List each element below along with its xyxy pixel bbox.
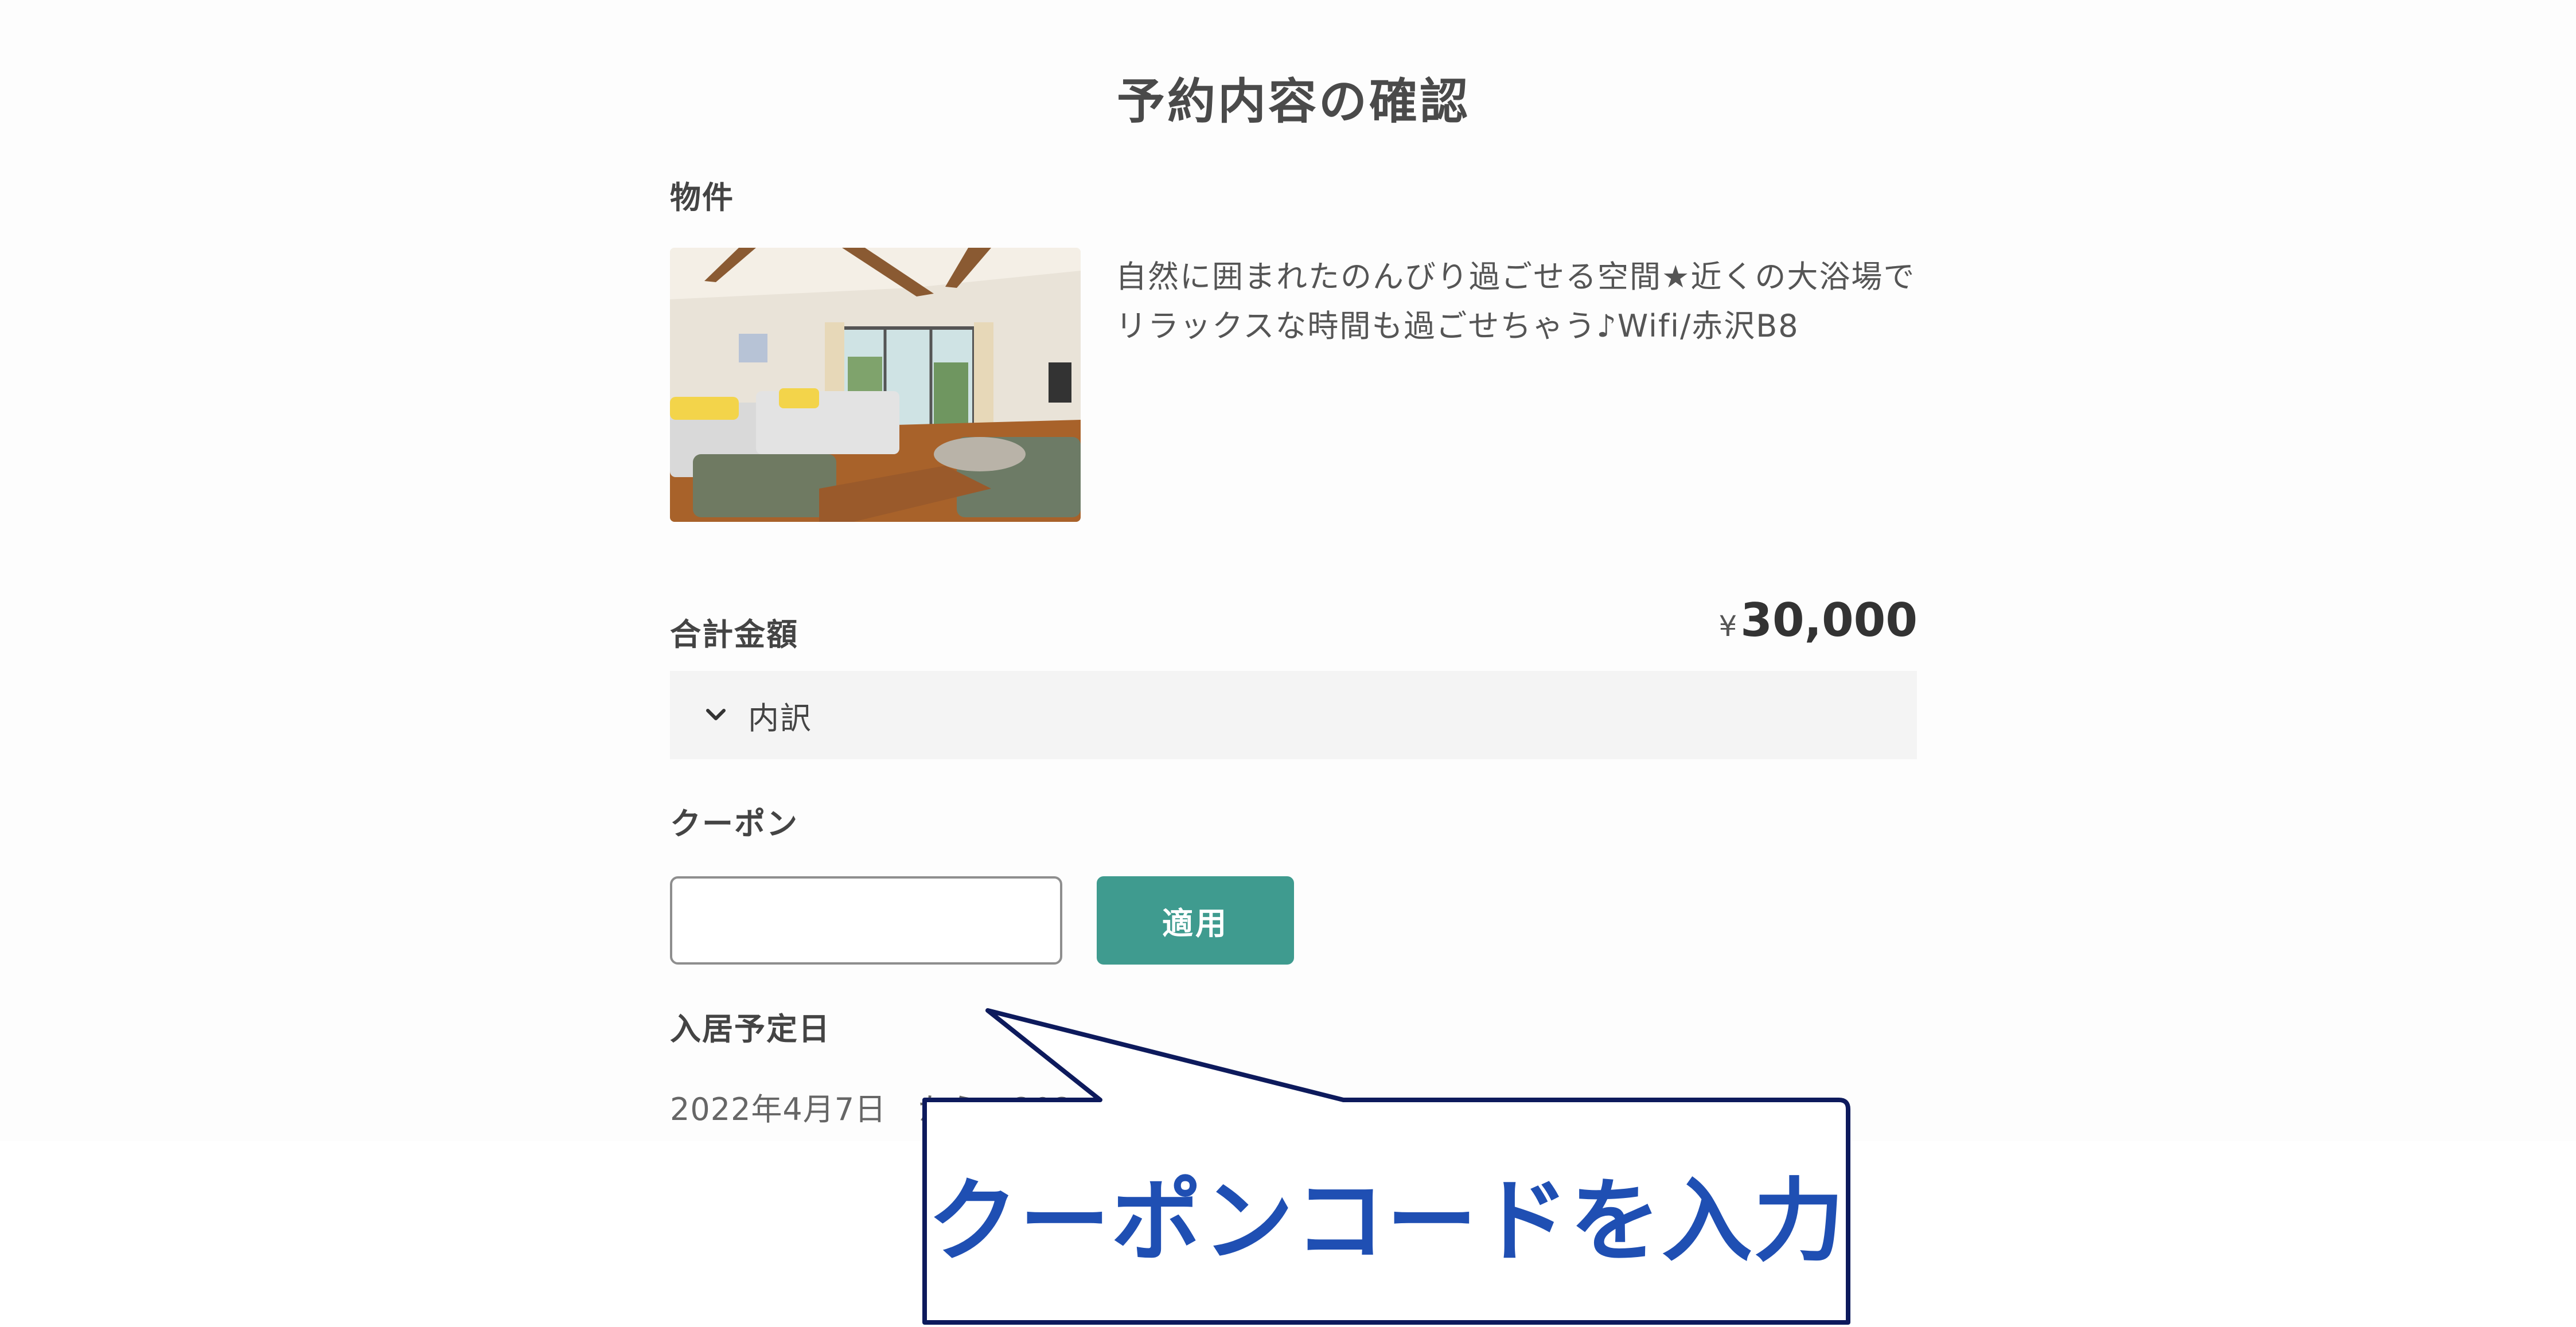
page-title: 予約内容の確認	[1116, 73, 1470, 130]
property-section-label: 物件	[670, 179, 734, 216]
checkin-label: 入居予定日	[670, 1011, 831, 1047]
page-background	[0, 0, 2576, 1141]
chevron-down-icon	[706, 709, 726, 720]
currency-symbol: ¥	[1718, 610, 1737, 643]
breakdown-toggle[interactable]: 内訳	[670, 671, 1917, 759]
apply-coupon-button[interactable]: 適用	[1097, 876, 1294, 965]
total-label: 合計金額	[670, 616, 798, 653]
coupon-label: クーポン	[670, 806, 798, 842]
property-description: 自然に囲まれたのんびり過ごせる空間★近くの大浴場でリラックスな時間も過ごせちゃう…	[1116, 259, 1916, 344]
property-image[interactable]	[670, 248, 1081, 522]
coupon-code-input[interactable]	[670, 876, 1062, 965]
callout-text: クーポンコードを入力	[927, 1168, 1845, 1274]
total-amount-value: 30,000	[1740, 594, 1918, 647]
total-amount: ¥30,000	[1718, 594, 1918, 647]
breakdown-label: 内訳	[748, 700, 812, 736]
